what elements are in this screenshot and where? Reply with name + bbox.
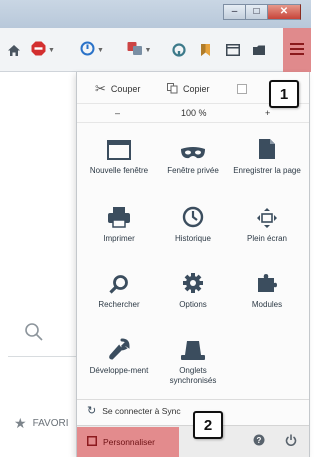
downloads-icon[interactable] xyxy=(250,39,268,61)
private-window-button[interactable]: Fenêtre privée xyxy=(157,134,229,176)
hamburger-menu-button[interactable] xyxy=(283,28,311,72)
pocket-icon[interactable] xyxy=(170,39,188,61)
help-button[interactable]: ? xyxy=(253,434,265,449)
new-window-label: Nouvelle fenêtre xyxy=(89,166,149,175)
adblock-icon xyxy=(31,41,46,59)
cut-label: Couper xyxy=(110,84,141,94)
power-icon xyxy=(285,434,297,449)
history-button[interactable]: Historique xyxy=(157,202,229,244)
sync-label: Se connecter à Sync xyxy=(102,405,181,416)
browser-toolbar: ▼ ▼ ▼ xyxy=(0,28,311,72)
private-window-label: Fenêtre privée xyxy=(167,166,219,175)
scissors-icon: ✂ xyxy=(95,81,106,96)
options-gear-icon xyxy=(157,268,229,294)
hamburger-menu-panel: ✂ Couper Copier – 100 % + Nouvelle fenêt… xyxy=(76,72,310,457)
copy-label: Copier xyxy=(183,84,210,94)
history-label: Historique xyxy=(174,234,211,243)
chevron-down-icon: ▼ xyxy=(144,46,152,54)
hamburger-menu-icon xyxy=(290,43,304,58)
window-controls: – □ ✕ xyxy=(223,4,301,20)
find-button[interactable]: Rechercher xyxy=(83,268,155,310)
help-icon: ? xyxy=(253,434,265,449)
save-page-button[interactable]: Enregistrer la page xyxy=(231,134,303,176)
addons-label: Modules xyxy=(251,300,283,309)
reload-button[interactable]: ▼ xyxy=(78,39,106,61)
page-search-underline xyxy=(8,356,80,357)
find-label: Rechercher xyxy=(98,300,140,309)
page-search-icon[interactable] xyxy=(24,322,44,348)
close-button[interactable]: ✕ xyxy=(267,4,301,20)
synced-tabs-label: Onglets synchronisés xyxy=(169,366,217,385)
maximize-button[interactable]: □ xyxy=(245,4,267,20)
reload-icon xyxy=(80,41,95,59)
save-page-icon xyxy=(231,134,303,160)
search-icon xyxy=(83,268,155,294)
zoom-in-button[interactable]: + xyxy=(265,108,270,118)
paste-button[interactable] xyxy=(237,83,247,96)
chevron-down-icon: ▼ xyxy=(97,46,104,54)
translate-button[interactable]: ▼ xyxy=(122,39,156,61)
options-label: Options xyxy=(179,300,207,309)
developer-label: Développe-ment xyxy=(89,366,149,375)
bookmark-icon[interactable] xyxy=(196,39,214,61)
svg-text:?: ? xyxy=(257,436,262,445)
developer-wrench-icon xyxy=(83,334,155,360)
save-page-label: Enregistrer la page xyxy=(233,166,301,175)
sync-icon: ↻ xyxy=(87,405,97,417)
copy-button[interactable]: Copier xyxy=(167,82,210,96)
addons-puzzle-icon xyxy=(231,268,303,294)
chevron-down-icon: ▼ xyxy=(48,46,55,54)
synced-tabs-button[interactable]: Onglets synchronisés xyxy=(157,334,229,386)
cut-button[interactable]: ✂ Couper xyxy=(95,81,140,97)
print-button[interactable]: Imprimer xyxy=(83,202,155,244)
sidebar-icon[interactable] xyxy=(224,39,242,61)
home-icon[interactable] xyxy=(6,39,22,61)
options-button[interactable]: Options xyxy=(157,268,229,310)
quit-button[interactable] xyxy=(285,434,297,449)
minimize-button[interactable]: – xyxy=(223,4,245,20)
zoom-out-button[interactable]: – xyxy=(115,108,120,118)
history-clock-icon xyxy=(157,202,229,228)
customize-button[interactable]: Personnaliser xyxy=(77,427,179,457)
new-window-icon xyxy=(83,134,155,160)
print-label: Imprimer xyxy=(103,234,135,243)
callout-marker-2: 2 xyxy=(193,411,223,439)
customize-label: Personnaliser xyxy=(103,437,155,447)
adblock-button[interactable]: ▼ xyxy=(28,39,58,61)
fullscreen-label: Plein écran xyxy=(246,234,288,243)
developer-button[interactable]: Développe-ment xyxy=(83,334,155,376)
new-window-button[interactable]: Nouvelle fenêtre xyxy=(83,134,155,176)
favorites-label: FAVORI xyxy=(32,418,69,429)
paste-icon xyxy=(237,83,247,96)
fullscreen-icon xyxy=(231,202,303,228)
translate-icon xyxy=(127,41,143,59)
customize-icon xyxy=(87,436,97,448)
private-mask-icon xyxy=(157,134,229,160)
addons-button[interactable]: Modules xyxy=(231,268,303,310)
callout-marker-1: 1 xyxy=(269,80,299,108)
synced-tabs-icon xyxy=(157,334,229,360)
copy-icon xyxy=(167,82,178,96)
star-icon: ★ xyxy=(14,415,27,431)
window-titlebar: – □ ✕ xyxy=(0,0,311,28)
favorites-section[interactable]: ★ FAVORI xyxy=(14,415,69,432)
print-icon xyxy=(83,202,155,228)
fullscreen-button[interactable]: Plein écran xyxy=(231,202,303,244)
zoom-reset-button[interactable]: 100 % xyxy=(181,108,207,118)
